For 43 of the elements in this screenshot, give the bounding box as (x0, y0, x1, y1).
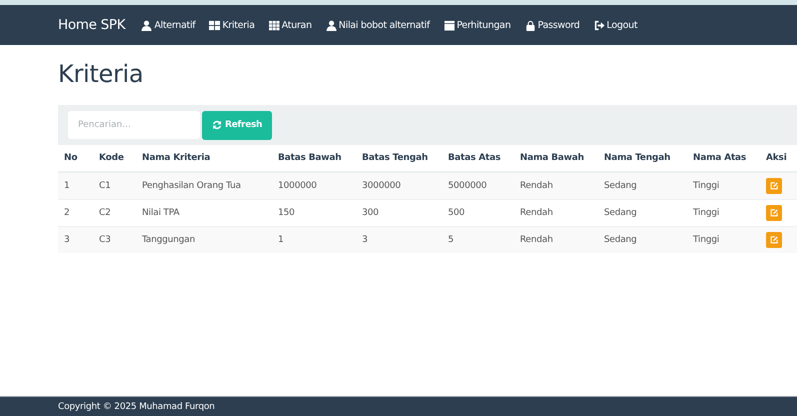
table-cell: 1 (272, 226, 356, 253)
table-cell: 1000000 (272, 172, 356, 200)
nav-link[interactable]: Nilai bobot alternatif (326, 20, 430, 30)
nav-link[interactable]: Perhitungan (444, 20, 511, 30)
table-cell: Rendah (514, 172, 598, 200)
table-cell: Tinggi (687, 226, 760, 253)
table-cell: Sedang (598, 226, 687, 253)
brand-link[interactable]: Home SPK (58, 17, 126, 33)
nav-link[interactable]: Logout (594, 20, 638, 30)
edit-icon (770, 209, 778, 217)
edit-icon (770, 182, 778, 190)
nav-link[interactable]: Password (524, 20, 580, 30)
lock-icon (524, 20, 536, 30)
grid-icon (209, 20, 220, 30)
footer-text: Copyright © 2025 Muhamad Furqon (58, 402, 215, 412)
person-icon (326, 20, 337, 30)
table-cell: Penghasilan Orang Tua (136, 172, 272, 200)
person-icon (141, 20, 152, 30)
table-cell: 3 (58, 226, 93, 253)
table-cell: 1 (58, 172, 93, 200)
table-cell: 3 (356, 226, 442, 253)
nav-link[interactable]: Alternatif (141, 20, 196, 30)
edit-button[interactable] (766, 232, 782, 248)
table-cell: Rendah (514, 226, 598, 253)
edit-button[interactable] (766, 205, 782, 221)
refresh-icon (212, 120, 222, 130)
table-cell: Tinggi (687, 172, 760, 200)
calendar-icon (444, 20, 455, 30)
table-cell: 3000000 (356, 172, 442, 200)
table-icon (268, 20, 280, 30)
nav-link[interactable]: Kriteria (209, 20, 255, 30)
table-cell: Tanggungan (136, 226, 272, 253)
edit-icon (770, 236, 778, 244)
table-cell: C3 (93, 226, 136, 253)
edit-button[interactable] (766, 178, 782, 194)
table-cell: Sedang (598, 172, 687, 200)
page-title: Kriteria (58, 60, 144, 88)
search-field[interactable]: Pencarian... (68, 111, 200, 139)
table-cell: 5 (442, 226, 514, 253)
nav-link[interactable]: Aturan (268, 20, 312, 30)
table-cell: C1 (93, 172, 136, 200)
logout-icon (594, 20, 605, 30)
table-cell: 5000000 (442, 172, 514, 200)
